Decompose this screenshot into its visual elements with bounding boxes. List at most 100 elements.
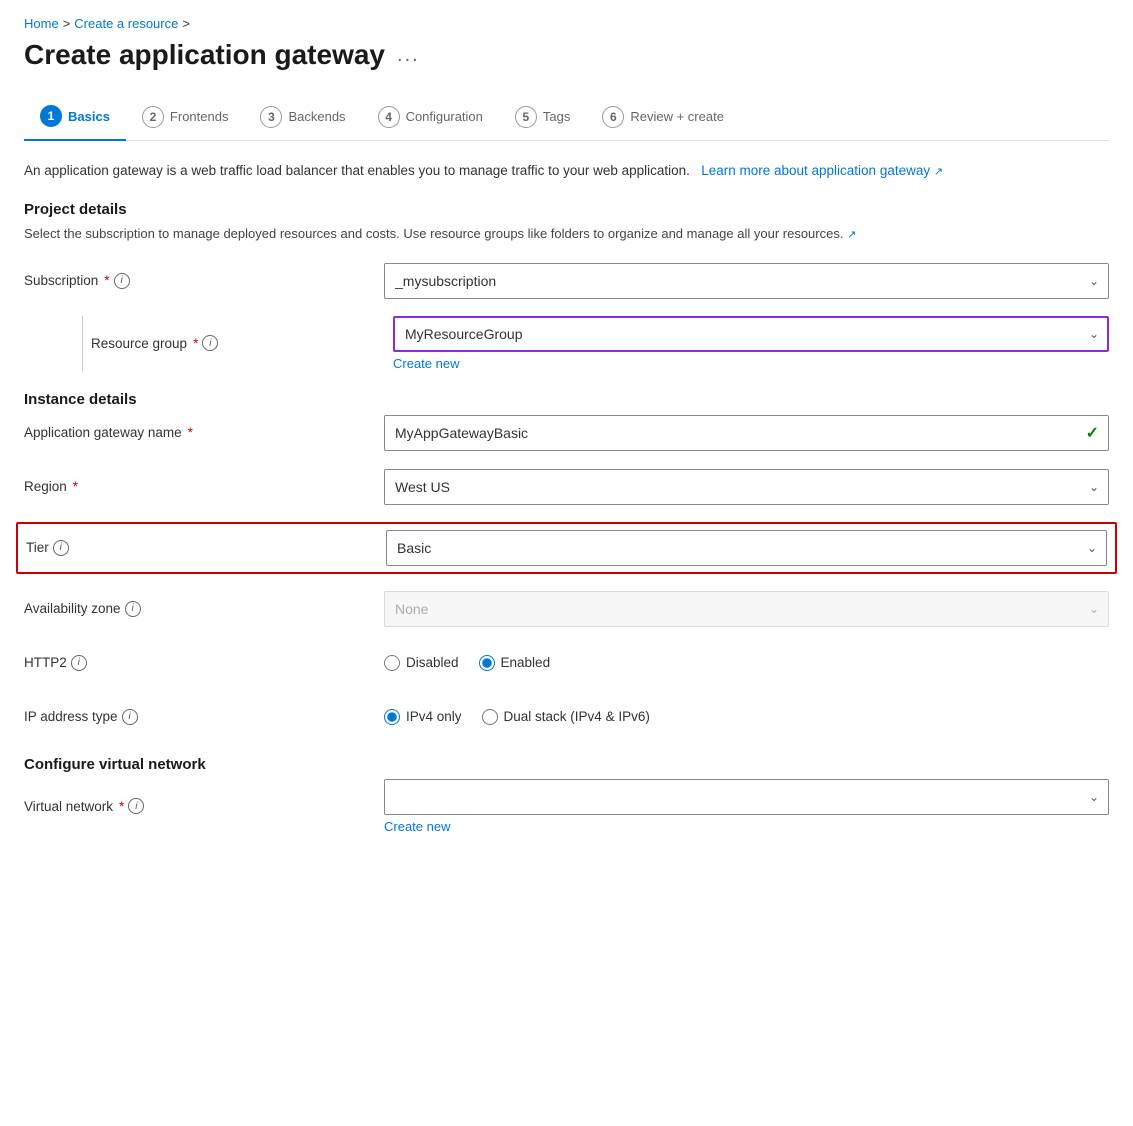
vnet-control: ⌄ Create new [384, 779, 1109, 834]
subscription-row: Subscription * i _mysubscription ⌄ [24, 262, 1109, 300]
availability-zone-label: Availability zone i [24, 601, 384, 617]
subscription-dropdown[interactable]: _mysubscription [384, 263, 1109, 299]
breadcrumb-sep2: > [182, 16, 190, 31]
region-control: West US ⌄ [384, 469, 1109, 505]
ip-address-type-info-icon[interactable]: i [122, 709, 138, 725]
resource-group-info-icon[interactable]: i [202, 335, 218, 351]
step-frontends-number: 2 [142, 106, 164, 128]
step-basics[interactable]: 1 Basics [24, 95, 126, 141]
resource-group-required: * [193, 336, 198, 351]
ipv4-only-label: IPv4 only [406, 709, 462, 724]
step-basics-label: Basics [68, 109, 110, 124]
ip-address-type-row: IP address type i IPv4 only Dual stack (… [24, 698, 1109, 736]
ipv4-only-radio[interactable] [384, 709, 400, 725]
vnet-info-icon[interactable]: i [128, 798, 144, 814]
tier-control: Basic ⌄ [386, 530, 1107, 566]
gateway-name-control: ✓ [384, 415, 1109, 451]
subscription-info-icon[interactable]: i [114, 273, 130, 289]
description-box: An application gateway is a web traffic … [24, 161, 1109, 181]
region-dropdown-wrapper: West US ⌄ [384, 469, 1109, 505]
availability-zone-dropdown-wrapper: None ⌄ [384, 591, 1109, 627]
external-link-icon: ↗ [934, 166, 943, 178]
ipv4-only-option[interactable]: IPv4 only [384, 709, 462, 725]
http2-enabled-option[interactable]: Enabled [479, 655, 551, 671]
availability-zone-control: None ⌄ [384, 591, 1109, 627]
http2-radio-group: Disabled Enabled [384, 655, 1109, 671]
gateway-name-input[interactable] [384, 415, 1109, 451]
tier-dropdown[interactable]: Basic [386, 530, 1107, 566]
tier-dropdown-wrapper: Basic ⌄ [386, 530, 1107, 566]
resource-group-dropdown-wrapper: MyResourceGroup ⌄ [393, 316, 1109, 352]
subscription-required: * [104, 273, 109, 288]
step-frontends[interactable]: 2 Frontends [126, 96, 245, 140]
step-configuration-number: 4 [378, 106, 400, 128]
project-details-desc: Select the subscription to manage deploy… [24, 224, 1109, 244]
http2-row: HTTP2 i Disabled Enabled [24, 644, 1109, 682]
step-tags-label: Tags [543, 109, 570, 124]
step-tags-number: 5 [515, 106, 537, 128]
step-backends-label: Backends [288, 109, 345, 124]
tier-label: Tier i [26, 540, 386, 556]
page-title: Create application gateway [24, 39, 385, 71]
step-review-number: 6 [602, 106, 624, 128]
resource-group-label: Resource group * i [91, 335, 393, 351]
http2-info-icon[interactable]: i [71, 655, 87, 671]
gateway-name-required: * [188, 425, 193, 440]
region-dropdown[interactable]: West US [384, 469, 1109, 505]
region-label: Region * [24, 479, 384, 494]
http2-enabled-radio[interactable] [479, 655, 495, 671]
resource-group-create-new-link[interactable]: Create new [393, 356, 459, 371]
tier-info-icon[interactable]: i [53, 540, 69, 556]
dual-stack-label: Dual stack (IPv4 & IPv6) [504, 709, 650, 724]
breadcrumb: Home > Create a resource > [24, 16, 1109, 31]
gateway-name-wrapper: ✓ [384, 415, 1109, 451]
step-configuration-label: Configuration [406, 109, 483, 124]
availability-zone-info-icon[interactable]: i [125, 601, 141, 617]
step-frontends-label: Frontends [170, 109, 229, 124]
subscription-dropdown-wrapper: _mysubscription ⌄ [384, 263, 1109, 299]
vnet-row: Virtual network * i ⌄ Create new [24, 779, 1109, 834]
http2-disabled-option[interactable]: Disabled [384, 655, 459, 671]
gateway-name-label: Application gateway name * [24, 425, 384, 440]
vnet-label: Virtual network * i [24, 798, 384, 814]
http2-control: Disabled Enabled [384, 655, 1109, 671]
step-basics-number: 1 [40, 105, 62, 127]
availability-zone-dropdown[interactable]: None [384, 591, 1109, 627]
breadcrumb-home[interactable]: Home [24, 16, 59, 31]
learn-more-link[interactable]: Learn more about application gateway ↗ [697, 163, 943, 178]
step-tags[interactable]: 5 Tags [499, 96, 586, 140]
vnet-required: * [119, 799, 124, 814]
subscription-control: _mysubscription ⌄ [384, 263, 1109, 299]
step-configuration[interactable]: 4 Configuration [362, 96, 499, 140]
project-details-external-icon: ↗ [847, 229, 856, 241]
subscription-label: Subscription * i [24, 273, 384, 289]
ellipsis-menu-button[interactable]: ... [397, 44, 420, 67]
instance-details-header: Instance details [24, 391, 1109, 408]
step-backends-number: 3 [260, 106, 282, 128]
breadcrumb-create-resource[interactable]: Create a resource [74, 16, 178, 31]
step-backends[interactable]: 3 Backends [244, 96, 361, 140]
project-details-header: Project details [24, 201, 1109, 218]
availability-zone-row: Availability zone i None ⌄ [24, 590, 1109, 628]
tier-row: Tier i Basic ⌄ [16, 522, 1117, 574]
breadcrumb-sep1: > [63, 16, 71, 31]
step-review-create[interactable]: 6 Review + create [586, 96, 740, 140]
resource-group-dropdown[interactable]: MyResourceGroup [393, 316, 1109, 352]
http2-label: HTTP2 i [24, 655, 384, 671]
vnet-create-new-link[interactable]: Create new [384, 819, 450, 834]
dual-stack-option[interactable]: Dual stack (IPv4 & IPv6) [482, 709, 650, 725]
wizard-steps: 1 Basics 2 Frontends 3 Backends 4 Config… [24, 95, 1109, 141]
gateway-name-row: Application gateway name * ✓ [24, 414, 1109, 452]
step-review-label: Review + create [630, 109, 724, 124]
resource-group-row: Resource group * i MyResourceGroup ⌄ Cre… [91, 316, 1109, 371]
region-required: * [73, 479, 78, 494]
ip-address-type-label: IP address type i [24, 709, 384, 725]
ip-address-type-control: IPv4 only Dual stack (IPv4 & IPv6) [384, 709, 1109, 725]
ip-address-type-radio-group: IPv4 only Dual stack (IPv4 & IPv6) [384, 709, 1109, 725]
vnet-dropdown-wrapper: ⌄ [384, 779, 1109, 815]
http2-disabled-label: Disabled [406, 655, 459, 670]
vnet-dropdown[interactable] [384, 779, 1109, 815]
resource-group-control: MyResourceGroup ⌄ Create new [393, 316, 1109, 371]
http2-disabled-radio[interactable] [384, 655, 400, 671]
dual-stack-radio[interactable] [482, 709, 498, 725]
